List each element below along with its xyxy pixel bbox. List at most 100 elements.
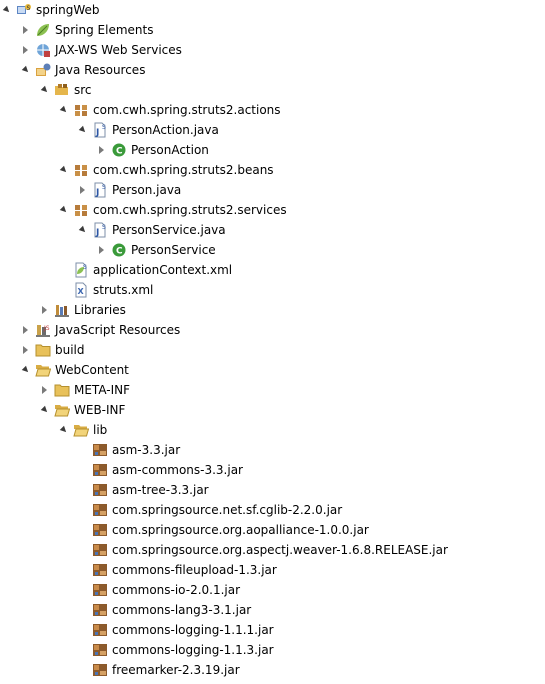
tree-item-freemarker-2-3-19-jar[interactable]: freemarker-2.3.19.jar [0, 660, 545, 680]
tree-item-spring-elements[interactable]: Spring Elements [0, 20, 545, 40]
tree-item-com-springsource-org-aspectj-weaver-1-6-8-release-jar[interactable]: com.springsource.org.aspectj.weaver-1.6.… [0, 540, 545, 560]
js-resources-icon: JS [35, 322, 51, 338]
tree-item-com-cwh-spring-struts2-beans[interactable]: com.cwh.spring.struts2.beans [0, 160, 545, 180]
collapse-arrow-icon[interactable] [99, 246, 104, 254]
tree-item-struts-xml[interactable]: Xstruts.xml [0, 280, 545, 300]
tree-item-com-cwh-spring-struts2-actions[interactable]: com.cwh.spring.struts2.actions [0, 100, 545, 120]
expand-arrow-icon[interactable] [59, 205, 69, 215]
tree-item-label: asm-commons-3.3.jar [112, 463, 243, 477]
source-folder-icon [54, 82, 70, 98]
tree-item-personservice-java[interactable]: J S PersonService.java [0, 220, 545, 240]
tree-item-libraries[interactable]: Libraries [0, 300, 545, 320]
tree-item-asm-commons-3-3-jar[interactable]: asm-commons-3.3.jar [0, 460, 545, 480]
tree-item-label: commons-fileupload-1.3.jar [112, 563, 277, 577]
tree-item-com-cwh-spring-struts2-services[interactable]: com.cwh.spring.struts2.services [0, 200, 545, 220]
tree-item-com-springsource-net-sf-cglib-2-2-0-jar[interactable]: com.springsource.net.sf.cglib-2.2.0.jar [0, 500, 545, 520]
tree-item-label: lib [93, 423, 108, 437]
tree-item-label: build [55, 343, 85, 357]
tree-item-javascript-resources[interactable]: JS JavaScript Resources [0, 320, 545, 340]
tree-item-com-springsource-org-aopalliance-1-0-0-jar[interactable]: com.springsource.org.aopalliance-1.0.0.j… [0, 520, 545, 540]
expand-arrow-icon[interactable] [21, 365, 31, 375]
tree-item-label: com.springsource.org.aopalliance-1.0.0.j… [112, 523, 369, 537]
collapse-arrow-icon[interactable] [99, 146, 104, 154]
tree-item-label: PersonAction [131, 143, 209, 157]
tree-item-web-inf[interactable]: WEB-INF [0, 400, 545, 420]
collapse-arrow-icon[interactable] [42, 386, 47, 394]
tree-item-jax-ws-web-services[interactable]: JAX-WS Web Services [0, 40, 545, 60]
svg-text:S: S [27, 5, 31, 12]
tree-item-label: Libraries [74, 303, 126, 317]
expand-arrow-icon[interactable] [78, 225, 88, 235]
jar-icon [92, 582, 108, 598]
expand-arrow-icon[interactable] [21, 65, 31, 75]
jar-icon [92, 442, 108, 458]
expand-arrow-icon[interactable] [2, 5, 12, 15]
tree-item-person-java[interactable]: J S Person.java [0, 180, 545, 200]
svg-text:S: S [83, 264, 87, 271]
package-icon [73, 162, 89, 178]
expand-arrow-icon[interactable] [59, 105, 69, 115]
tree-item-label: asm-tree-3.3.jar [112, 483, 209, 497]
collapse-arrow-icon[interactable] [23, 326, 28, 334]
tree-item-commons-io-2-0-1-jar[interactable]: commons-io-2.0.1.jar [0, 580, 545, 600]
tree-item-label: JAX-WS Web Services [55, 43, 182, 57]
tree-item-commons-logging-1-1-3-jar[interactable]: commons-logging-1.1.3.jar [0, 640, 545, 660]
tree-item-java-resources[interactable]: Java Resources [0, 60, 545, 80]
tree-item-label: WEB-INF [74, 403, 126, 417]
tree-item-commons-logging-1-1-1-jar[interactable]: commons-logging-1.1.1.jar [0, 620, 545, 640]
collapse-arrow-icon[interactable] [23, 46, 28, 54]
expand-arrow-icon[interactable] [59, 425, 69, 435]
tree-item-commons-lang3-3-1-jar[interactable]: commons-lang3-3.1.jar [0, 600, 545, 620]
jar-icon [92, 662, 108, 678]
tree-item-asm-tree-3-3-jar[interactable]: asm-tree-3.3.jar [0, 480, 545, 500]
java-file-icon: JS [92, 122, 108, 138]
tree-item-personaction[interactable]: C PersonAction [0, 140, 545, 160]
tree-item-applicationcontext-xml[interactable]: SapplicationContext.xml [0, 260, 545, 280]
tree-item-label: springWeb [36, 3, 100, 17]
jar-icon [92, 562, 108, 578]
jar-icon [92, 542, 108, 558]
project-explorer-tree: SspringWeb Spring Elements JAX-WS Web Serv… [0, 0, 545, 677]
tree-item-label: struts.xml [93, 283, 154, 297]
tree-item-build[interactable]: build [0, 340, 545, 360]
tree-item-springweb[interactable]: SspringWeb [0, 0, 545, 20]
collapse-arrow-icon[interactable] [42, 306, 47, 314]
tree-item-label: com.springsource.org.aspectj.weaver-1.6.… [112, 543, 448, 557]
svg-text:C: C [116, 247, 123, 257]
tree-item-label: Person.java [112, 183, 182, 197]
svg-text:S: S [102, 224, 106, 231]
collapse-arrow-icon[interactable] [23, 26, 28, 34]
expand-arrow-icon[interactable] [40, 405, 50, 415]
class-icon: C [111, 142, 127, 158]
tree-item-label: com.springsource.net.sf.cglib-2.2.0.jar [112, 503, 343, 517]
tree-item-commons-fileupload-1-3-jar[interactable]: commons-fileupload-1.3.jar [0, 560, 545, 580]
jar-icon [92, 602, 108, 618]
svg-text:S: S [102, 124, 106, 131]
tree-item-label: PersonService [131, 243, 216, 257]
jar-icon [92, 622, 108, 638]
expand-arrow-icon[interactable] [78, 125, 88, 135]
tree-item-asm-3-3-jar[interactable]: asm-3.3.jar [0, 440, 545, 460]
tree-item-label: META-INF [74, 383, 131, 397]
collapse-arrow-icon[interactable] [23, 346, 28, 354]
tree-item-label: freemarker-2.3.19.jar [112, 663, 240, 677]
tree-item-label: commons-lang3-3.1.jar [112, 603, 252, 617]
expand-arrow-icon[interactable] [59, 165, 69, 175]
open-folder-icon [73, 422, 90, 438]
xml-file-icon: X [73, 282, 89, 298]
collapse-arrow-icon[interactable] [80, 186, 85, 194]
java-resources-icon [35, 62, 51, 78]
expand-arrow-icon[interactable] [40, 85, 50, 95]
tree-item-label: com.cwh.spring.struts2.services [93, 203, 287, 217]
tree-item-label: applicationContext.xml [93, 263, 233, 277]
tree-item-webcontent[interactable]: WebContent [0, 360, 545, 380]
tree-item-src[interactable]: src [0, 80, 545, 100]
tree-item-meta-inf[interactable]: META-INF [0, 380, 545, 400]
svg-text:C: C [116, 147, 123, 157]
tree-item-label: commons-logging-1.1.3.jar [112, 643, 274, 657]
tree-item-label: Java Resources [55, 63, 146, 77]
tree-item-personaction-java[interactable]: J S PersonAction.java [0, 120, 545, 140]
svg-text:J: J [95, 128, 99, 138]
tree-item-personservice[interactable]: C PersonService [0, 240, 545, 260]
tree-item-lib[interactable]: lib [0, 420, 545, 440]
